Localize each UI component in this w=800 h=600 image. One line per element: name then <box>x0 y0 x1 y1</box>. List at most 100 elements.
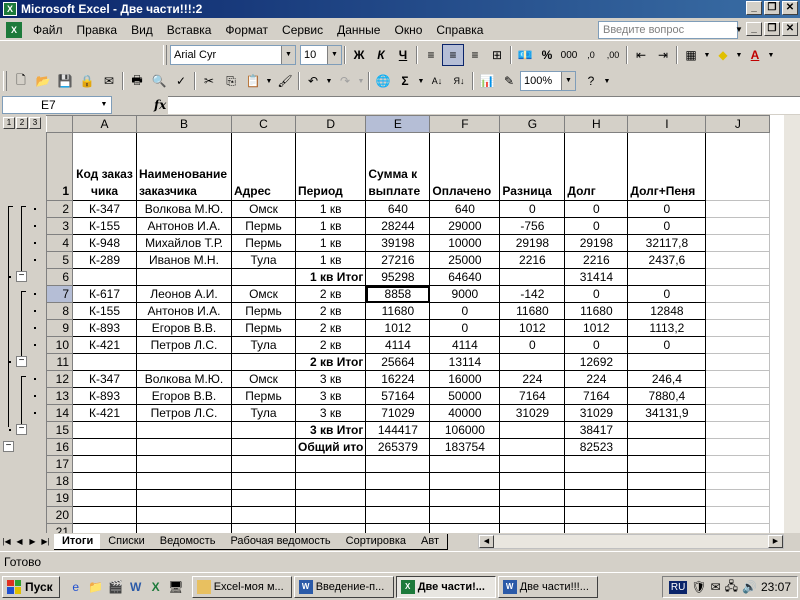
cell-g9[interactable]: 1012 <box>499 319 566 337</box>
prev-sheet-button[interactable]: ◀ <box>13 534 26 549</box>
cell-f4[interactable]: 10000 <box>429 234 501 252</box>
cell-a13[interactable]: К-893 <box>72 387 137 405</box>
vertical-scrollbar[interactable] <box>784 115 800 533</box>
spelling-icon[interactable]: ✓ <box>170 70 192 92</box>
cell-g7[interactable]: -142 <box>499 285 566 303</box>
cell-j14[interactable] <box>705 404 771 422</box>
cell-h14[interactable]: 31029 <box>564 404 629 422</box>
worksheet-grid[interactable]: ABCDEFGHIJ 1 Код заказчика Наименование за… <box>46 115 800 533</box>
cell-g13[interactable]: 7164 <box>499 387 566 405</box>
cell-h7[interactable]: 0 <box>564 285 629 303</box>
cell-b20[interactable] <box>136 506 232 524</box>
cell-a7[interactable]: К-617 <box>72 285 137 303</box>
cell-f6[interactable]: 64640 <box>429 268 501 286</box>
cell-c8[interactable]: Пермь <box>231 302 296 320</box>
cell-a8[interactable]: К-155 <box>72 302 137 320</box>
cell-a10[interactable]: К-421 <box>72 336 137 354</box>
cell-c18[interactable] <box>231 472 296 490</box>
first-sheet-button[interactable]: |◀ <box>0 534 13 549</box>
cell-c1[interactable]: Адрес <box>231 132 296 201</box>
cell-a9[interactable]: К-893 <box>72 319 137 337</box>
cell-i4[interactable]: 32117,8 <box>627 234 707 252</box>
cell-i12[interactable]: 246,4 <box>627 370 707 388</box>
menu-data[interactable]: Данные <box>330 23 387 37</box>
cell-f11[interactable]: 13114 <box>429 353 501 371</box>
collapse-button[interactable]: − <box>3 441 14 452</box>
cell-g11[interactable] <box>499 353 566 371</box>
cell-d6[interactable]: 1 кв Итог <box>294 268 367 286</box>
cell-g1[interactable]: Разница <box>499 132 566 201</box>
cell-g19[interactable] <box>499 489 566 507</box>
select-all-corner[interactable] <box>46 115 73 133</box>
cell-f3[interactable]: 29000 <box>429 217 501 235</box>
cell-f9[interactable]: 0 <box>429 319 501 337</box>
cell-e10[interactable]: 4114 <box>365 336 431 354</box>
cell-d16[interactable]: Общий ито <box>294 438 367 456</box>
borders-icon[interactable]: ▦ <box>680 44 702 66</box>
increase-decimal-icon[interactable]: ,0 <box>580 44 602 66</box>
column-header-i[interactable]: I <box>627 115 707 133</box>
cell-d15[interactable]: 3 кв Итог <box>294 421 367 439</box>
cell-b11[interactable] <box>136 353 232 371</box>
cell-i10[interactable]: 0 <box>627 336 707 354</box>
cell-j19[interactable] <box>705 489 771 507</box>
cell-f10[interactable]: 4114 <box>429 336 501 354</box>
cell-e4[interactable]: 39198 <box>365 234 431 252</box>
row-header-7[interactable]: 7 <box>46 285 73 303</box>
underline-button[interactable]: Ч <box>392 44 414 66</box>
cell-f18[interactable] <box>429 472 501 490</box>
cell-c2[interactable]: Омск <box>231 200 296 218</box>
horizontal-scrollbar[interactable]: ◀ ▶ <box>478 534 784 549</box>
cell-f7[interactable]: 9000 <box>429 285 501 303</box>
cell-j2[interactable] <box>705 200 771 218</box>
cell-i21[interactable] <box>627 523 707 533</box>
cell-h1[interactable]: Долг <box>564 132 629 201</box>
next-sheet-button[interactable]: ▶ <box>26 534 39 549</box>
cell-g12[interactable]: 224 <box>499 370 566 388</box>
cell-c5[interactable]: Тула <box>231 251 296 269</box>
cell-c14[interactable]: Тула <box>231 404 296 422</box>
cell-b17[interactable] <box>136 455 232 473</box>
cell-e11[interactable]: 25664 <box>365 353 431 371</box>
cell-f2[interactable]: 640 <box>429 200 501 218</box>
cell-i11[interactable] <box>627 353 707 371</box>
cell-f13[interactable]: 50000 <box>429 387 501 405</box>
cell-f8[interactable]: 0 <box>429 302 501 320</box>
cell-b7[interactable]: Леонов А.И. <box>136 285 232 303</box>
cell-j8[interactable] <box>705 302 771 320</box>
folder-icon[interactable]: 📁 <box>86 577 106 597</box>
cell-g8[interactable]: 11680 <box>499 302 566 320</box>
taskbar-window-button[interactable]: W Две части!!!... <box>497 575 598 598</box>
column-header-f[interactable]: F <box>429 115 501 133</box>
row-header-19[interactable]: 19 <box>46 489 73 507</box>
cell-e20[interactable] <box>365 506 431 524</box>
cell-c6[interactable] <box>231 268 296 286</box>
chevron-down-icon[interactable]: ▼ <box>602 70 612 92</box>
cell-j6[interactable] <box>705 268 771 286</box>
sheet-tab[interactable]: Итоги <box>54 533 103 550</box>
cell-b3[interactable]: Антонов И.А. <box>136 217 232 235</box>
cell-b1[interactable]: Наименование заказчика <box>136 132 232 201</box>
cell-b18[interactable] <box>136 472 232 490</box>
cell-d20[interactable] <box>294 506 367 524</box>
cell-d17[interactable] <box>294 455 367 473</box>
cell-j11[interactable] <box>705 353 771 371</box>
cell-d21[interactable] <box>294 523 367 533</box>
chevron-down-icon[interactable]: ▼ <box>735 25 743 34</box>
row-header-10[interactable]: 10 <box>46 336 73 354</box>
font-size-select[interactable]: 10 ▼ <box>300 45 342 65</box>
column-header-j[interactable]: J <box>705 115 771 133</box>
cell-g3[interactable]: -756 <box>499 217 566 235</box>
cell-i3[interactable]: 0 <box>627 217 707 235</box>
cell-c9[interactable]: Пермь <box>231 319 296 337</box>
workbook-icon[interactable]: X <box>6 21 22 38</box>
cell-a18[interactable] <box>72 472 137 490</box>
row-header-20[interactable]: 20 <box>46 506 73 524</box>
mail-icon[interactable]: ✉ <box>711 580 721 594</box>
cell-e16[interactable]: 265379 <box>365 438 431 456</box>
autosum-icon[interactable]: Σ <box>394 70 416 92</box>
outline-level-2-button[interactable]: 2 <box>16 117 28 129</box>
cell-j18[interactable] <box>705 472 771 490</box>
cell-d9[interactable]: 2 кв <box>294 319 367 337</box>
cell-c15[interactable] <box>231 421 296 439</box>
